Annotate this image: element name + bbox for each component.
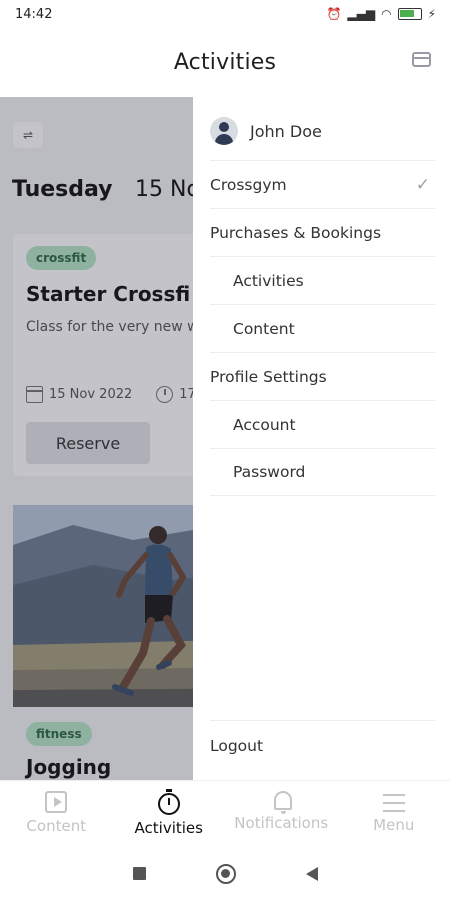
user-name: John Doe bbox=[250, 121, 322, 141]
drawer-item-crossgym[interactable]: Crossgym ✓ bbox=[210, 160, 435, 208]
bell-icon bbox=[273, 791, 292, 814]
system-nav-bar bbox=[0, 847, 450, 900]
nav-notifications[interactable]: Notifications bbox=[225, 781, 338, 847]
page-title: Activities bbox=[173, 50, 277, 75]
wifi-icon: ◠ bbox=[381, 7, 392, 21]
logout-button[interactable]: Logout bbox=[210, 720, 435, 770]
nav-label: Notifications bbox=[234, 814, 329, 832]
logout-label: Logout bbox=[210, 736, 264, 755]
drawer-item-purchases-bookings[interactable]: Purchases & Bookings bbox=[210, 208, 435, 256]
side-drawer: John Doe Crossgym ✓ Purchases & Bookings… bbox=[193, 97, 450, 780]
play-icon bbox=[45, 791, 68, 813]
nav-label: Menu bbox=[373, 816, 415, 834]
nav-label: Content bbox=[26, 817, 87, 835]
drawer-item-label: Purchases & Bookings bbox=[210, 223, 382, 242]
status-time: 14:42 bbox=[15, 7, 53, 22]
status-bar: 14:42 ⏰ ▂▄▆ ◠ ⚡ bbox=[0, 0, 450, 30]
card-icon[interactable] bbox=[412, 52, 431, 67]
drawer-item-account[interactable]: Account bbox=[210, 400, 435, 448]
menu-icon bbox=[382, 794, 405, 812]
status-icons: ⏰ ▂▄▆ ◠ ⚡ bbox=[326, 6, 436, 22]
app-header: Activities bbox=[0, 30, 450, 97]
drawer-item-password[interactable]: Password bbox=[210, 448, 435, 496]
bottom-nav: Content Activities Notifications Menu bbox=[0, 780, 450, 847]
drawer-item-content[interactable]: Content bbox=[210, 304, 435, 352]
drawer-item-label: Account bbox=[233, 415, 296, 434]
recents-icon[interactable] bbox=[132, 867, 146, 880]
battery-icon bbox=[397, 8, 422, 20]
avatar bbox=[210, 117, 238, 145]
signal-icon: ▂▄▆ bbox=[347, 7, 376, 21]
home-icon[interactable] bbox=[215, 863, 236, 884]
drawer-item-label: Content bbox=[233, 319, 295, 338]
charging-icon: ⚡ bbox=[427, 7, 436, 21]
drawer-user[interactable]: John Doe bbox=[210, 117, 322, 145]
nav-activities[interactable]: Activities bbox=[113, 781, 226, 847]
nav-menu[interactable]: Menu bbox=[338, 781, 450, 847]
drawer-item-label: Activities bbox=[233, 271, 304, 290]
stopwatch-icon bbox=[157, 789, 180, 815]
nav-label: Activities bbox=[134, 819, 203, 837]
check-icon: ✓ bbox=[415, 175, 430, 195]
back-icon[interactable] bbox=[305, 866, 318, 881]
nav-content[interactable]: Content bbox=[0, 781, 113, 847]
drawer-item-profile-settings[interactable]: Profile Settings bbox=[210, 352, 435, 400]
drawer-item-label: Crossgym bbox=[210, 175, 287, 194]
drawer-item-label: Password bbox=[233, 463, 306, 481]
drawer-item-label: Profile Settings bbox=[210, 367, 327, 386]
alarm-icon: ⏰ bbox=[326, 7, 342, 21]
drawer-item-activities[interactable]: Activities bbox=[210, 256, 435, 304]
